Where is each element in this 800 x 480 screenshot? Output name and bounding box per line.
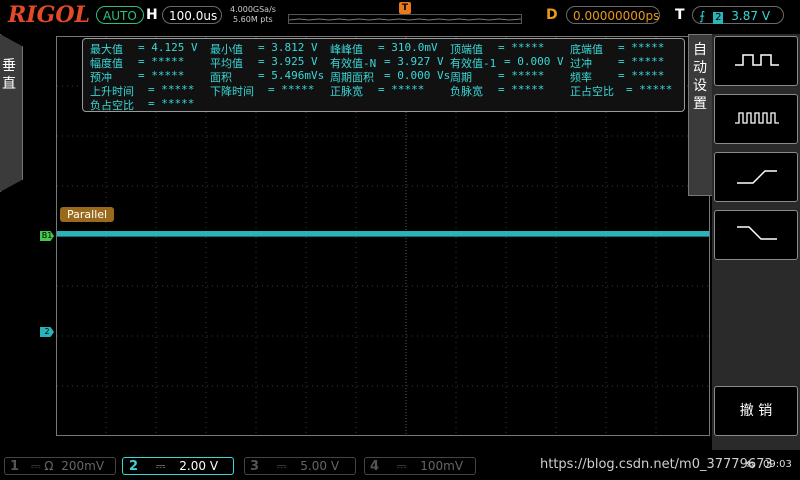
meas-label: 下降时间 [210,85,254,98]
menu-option-falling-edge[interactable] [714,210,798,260]
meas-label: 正占空比 [570,85,614,98]
parallel-bus-trace-shadow [57,236,709,237]
dc-coupling-icon: ⎓ [396,459,407,473]
bottom-channel-bar: 1 ⎓ Ω 200mV 2 ⎓ 2.00 V 3 ⎓ 5.00 V 4 ⎓ 10… [0,454,800,480]
meas-value: = ***** [626,83,673,96]
menu-option-square-wave[interactable] [714,36,798,86]
channel-1-box[interactable]: 1 ⎓ Ω 200mV [4,457,116,475]
bus-b1-marker[interactable]: B1 [40,231,54,241]
meas-value: = ***** [498,69,545,82]
channel-3-box[interactable]: 3 ⎓ 5.00 V [244,457,356,475]
trigger-level: 3.87 V [731,9,771,23]
channel-1-impedance: Ω [44,459,54,473]
timebase-display[interactable]: 100.0us [162,6,222,24]
pulse-train-icon [735,112,779,124]
dc-coupling-icon: ⎓ [155,459,166,473]
usb-icon: ⇆ [746,458,756,471]
menu-option-rising-edge[interactable] [714,152,798,202]
trigger-position-marker[interactable]: T [399,2,411,14]
channel-3-scale: 5.00 V [300,459,340,473]
sample-rate: 4.000GSa/s [230,5,276,14]
meas-value: = 0.000 Vs [384,69,451,82]
channel-2-number: 2 [129,459,139,474]
auto-setup-tab[interactable]: 自动设置 [688,34,713,196]
channel-2-marker[interactable]: 2 [40,327,54,337]
falling-edge-waveform-icon [737,226,777,240]
meas-value: = 3.925 V [258,55,318,68]
meas-value: = ***** [618,55,665,68]
meas-value: = ***** [138,55,185,68]
meas-value: = ***** [148,97,195,110]
menu-option-pulse-train[interactable] [714,94,798,144]
clock-display: 09:03 [763,459,792,470]
meas-value: = ***** [138,69,185,82]
top-status-bar: RIGOL AUTO H 100.0us 4.000GSa/s 5.60M pt… [0,0,800,30]
meas-value: = ***** [498,83,545,96]
brand-logo: RIGOL [8,2,90,28]
meas-value: = ***** [378,83,425,96]
rising-edge-waveform-icon [737,170,777,184]
trigger-settings-badge[interactable]: ⨍ 2 3.87 V [692,6,784,24]
meas-value: = ***** [618,69,665,82]
meas-label: 正脉宽 [330,85,363,98]
memory-overview-bar [288,14,522,24]
memory-overview-waveform [289,18,521,21]
parallel-decode-label[interactable]: Parallel [60,207,115,222]
trigger-channel-badge: 2 [713,12,724,24]
dc-coupling-icon: ⎓ [276,459,287,473]
horizontal-label: H [146,7,158,23]
trigger-mode-badge[interactable]: AUTO [96,6,144,24]
meas-value: = 3.927 V [384,55,444,68]
rising-edge-icon: ⨍ [699,9,706,23]
meas-value: = ***** [268,83,315,96]
meas-label: 负脉宽 [450,85,483,98]
measurement-panel: 最大值 = 4.125 V 最小值 = 3.812 V 峰峰值 = 310.0m… [82,38,685,112]
meas-label: 负占空比 [90,99,134,112]
channel-4-number: 4 [370,459,380,474]
meas-value: = 3.812 V [258,41,318,54]
cancel-button[interactable]: 撤 销 [714,386,798,436]
vertical-menu-label: 垂直 [2,58,16,92]
meas-value: = 310.0mV [378,41,438,54]
memory-depth: 5.60M pts [233,15,273,24]
channel-1-number: 1 [10,459,20,474]
channel-2-box[interactable]: 2 ⎓ 2.00 V [122,457,234,475]
channel-4-scale: 100mV [420,459,464,473]
meas-value: = ***** [618,41,665,54]
trigger-label: T [675,7,685,23]
meas-value: = 0.000 V [504,55,564,68]
channel-1-scale: 200mV [61,459,105,473]
dc-coupling-icon: ⎓ [30,459,41,473]
channel-3-number: 3 [250,459,260,474]
channel-4-box[interactable]: 4 ⎓ 100mV [364,457,476,475]
meas-value: = 4.125 V [138,41,198,54]
delay-display[interactable]: 0.00000000ps [566,6,660,24]
watermark-url: https://blog.csdn.net/m0_37779673 [540,457,773,472]
meas-value: = ***** [148,83,195,96]
auto-setup-label: 自动设置 [693,42,707,112]
channel-2-scale: 2.00 V [179,459,219,473]
vertical-menu-tab[interactable]: 垂直 [0,34,23,192]
meas-value: = 5.496mVs [258,69,325,82]
meas-value: = ***** [498,41,545,54]
delay-label: D [546,7,558,23]
square-wave-icon [735,54,779,66]
